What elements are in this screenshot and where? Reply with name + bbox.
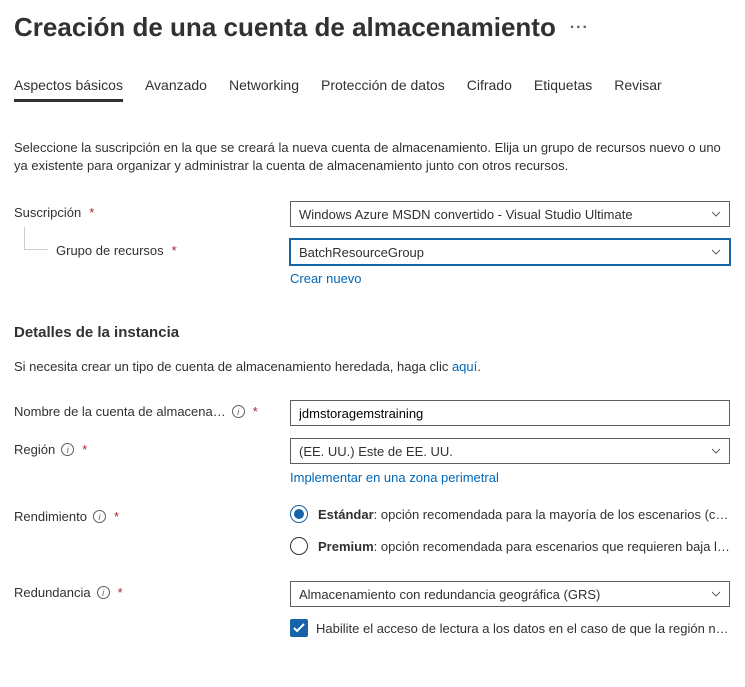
tab-advanced[interactable]: Avanzado [145,71,207,102]
performance-label: Rendimiento [14,509,87,524]
chevron-down-icon [711,249,721,255]
tab-bar: Aspectos básicos Avanzado Networking Pro… [14,71,731,103]
redundancy-label: Redundancia [14,585,91,600]
storage-name-label: Nombre de la cuenta de almacena… [14,404,226,419]
more-icon[interactable]: ··· [570,19,589,37]
required-marker: * [114,509,119,524]
subscription-dropdown[interactable]: Windows Azure MSDN convertido - Visual S… [290,201,730,227]
tab-review[interactable]: Revisar [614,71,661,102]
tab-data-protection[interactable]: Protección de datos [321,71,445,102]
info-icon[interactable]: i [61,443,74,456]
required-marker: * [82,442,87,457]
region-label: Región [14,442,55,457]
edge-zone-link[interactable]: Implementar en una zona perimetral [290,470,499,485]
info-icon[interactable]: i [232,405,245,418]
resource-group-label: Grupo de recursos [56,243,164,258]
resource-group-dropdown[interactable]: BatchResourceGroup [290,239,730,265]
tab-encryption[interactable]: Cifrado [467,71,512,102]
read-access-checkbox[interactable] [290,619,308,637]
performance-premium-radio[interactable] [290,537,308,555]
instance-header: Detalles de la instancia [14,324,731,341]
performance-standard-radio[interactable] [290,505,308,523]
chevron-down-icon [711,448,721,454]
create-new-link[interactable]: Crear nuevo [290,271,362,286]
redundancy-value: Almacenamiento con redundancia geográfic… [299,587,600,602]
chevron-down-icon [711,591,721,597]
required-marker: * [172,243,177,258]
legacy-hint-link[interactable]: aquí [452,359,477,374]
performance-premium-label: Premium: opción recomendada para escenar… [318,539,730,554]
region-dropdown[interactable]: (EE. UU.) Este de EE. UU. [290,438,730,464]
legacy-hint: Si necesita crear un tipo de cuenta de a… [14,359,731,374]
info-icon[interactable]: i [93,510,106,523]
read-access-label: Habilite el acceso de lectura a los dato… [316,621,730,636]
tab-networking[interactable]: Networking [229,71,299,102]
page-title: Creación de una cuenta de almacenamiento [14,12,556,43]
legacy-hint-text: Si necesita crear un tipo de cuenta de a… [14,359,452,374]
performance-standard-label: Estándar: opción recomendada para la may… [318,507,730,522]
required-marker: * [253,404,258,419]
redundancy-dropdown[interactable]: Almacenamiento con redundancia geográfic… [290,581,730,607]
info-icon[interactable]: i [97,586,110,599]
tab-tags[interactable]: Etiquetas [534,71,592,102]
required-marker: * [118,585,123,600]
subscription-label: Suscripción [14,205,81,220]
required-marker: * [89,205,94,220]
region-value: (EE. UU.) Este de EE. UU. [299,444,453,459]
subscription-value: Windows Azure MSDN convertido - Visual S… [299,207,633,222]
resource-group-value: BatchResourceGroup [299,245,424,260]
intro-text: Seleccione la suscripción en la que se c… [14,139,731,175]
storage-name-input[interactable] [290,400,730,426]
chevron-down-icon [711,211,721,217]
tab-basic[interactable]: Aspectos básicos [14,71,123,102]
